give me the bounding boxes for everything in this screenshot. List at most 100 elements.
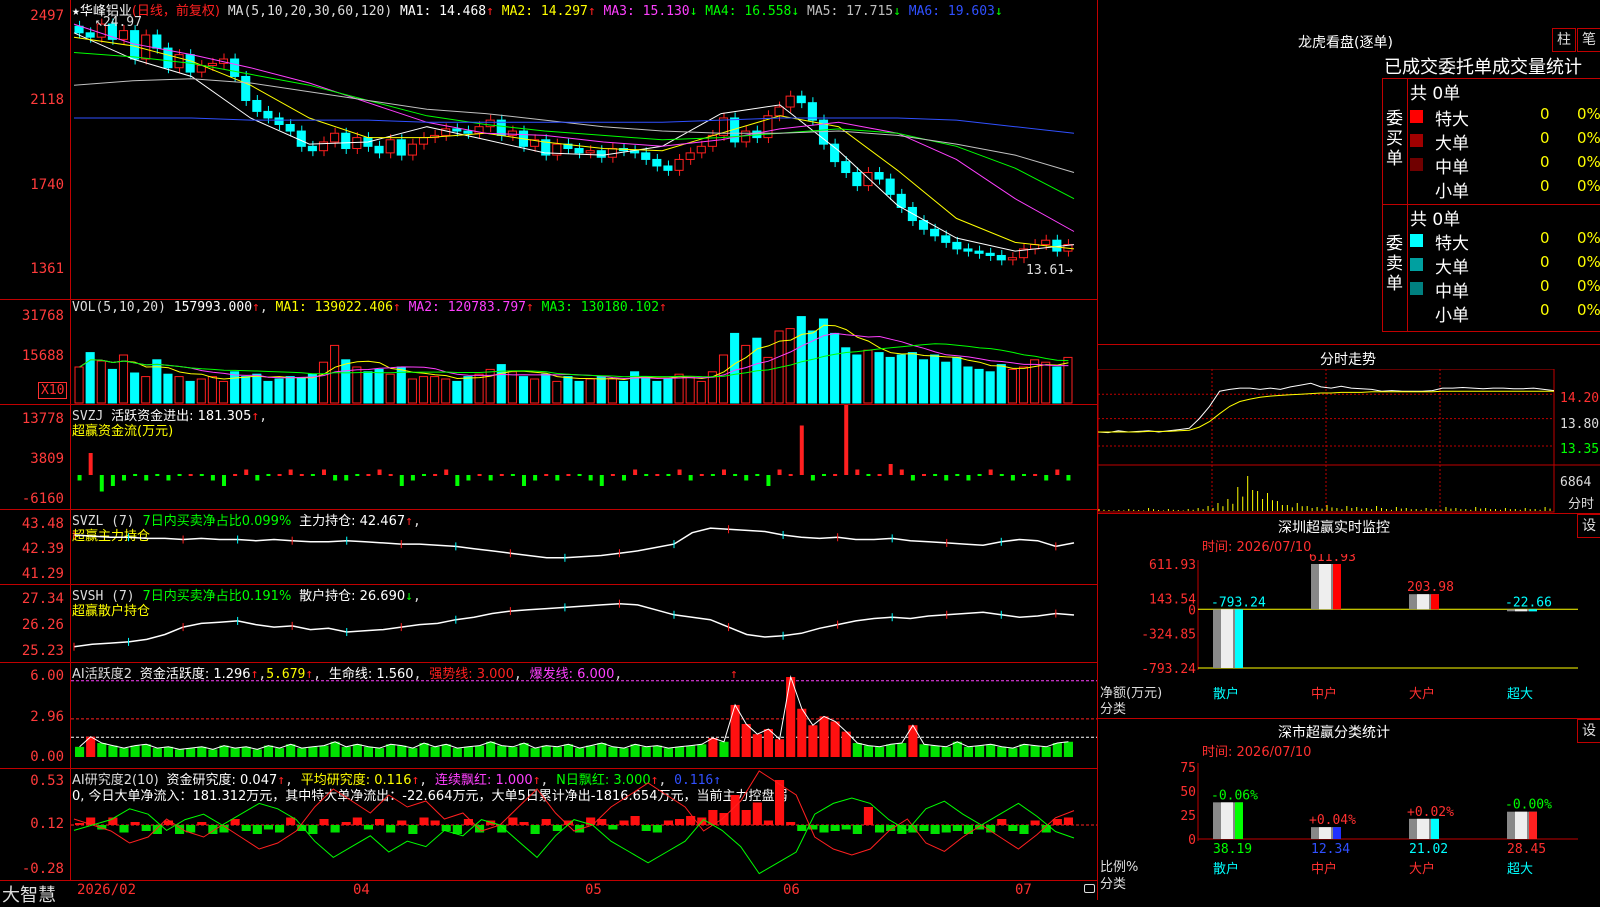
yanjiu-chart[interactable] xyxy=(71,769,1097,880)
flow-bar xyxy=(266,474,271,476)
holding-line xyxy=(73,527,1075,559)
volume-bar xyxy=(852,354,862,404)
research-bar xyxy=(597,819,607,825)
research-bar xyxy=(675,819,685,825)
volume-bar xyxy=(163,373,173,404)
candle-body xyxy=(785,95,795,108)
candle-body xyxy=(974,250,984,254)
flow-bar xyxy=(1044,475,1049,481)
realtime-bar-chart[interactable]: 611.93143.540-324.85-793.24-793.24散户611.… xyxy=(1098,554,1600,718)
volume-chart[interactable] xyxy=(71,300,1097,404)
research-bar xyxy=(519,822,529,825)
research-bar xyxy=(686,816,696,825)
svsh-pane[interactable]: SVSH (7) 7日内买卖净占比0.191% 散户持仓: 26.690↓, 超… xyxy=(0,585,1097,663)
classify-panel[interactable]: 深市超赢分类统计 设 时间: 2026/07/10 75 50 25 0 -0.06% 3… xyxy=(1098,719,1600,900)
svzl-chart[interactable] xyxy=(71,510,1097,584)
research-green-line xyxy=(73,797,1075,875)
activity-bar xyxy=(819,716,829,757)
candle-body xyxy=(341,132,351,150)
flow-bar xyxy=(722,469,726,475)
research-bar xyxy=(852,825,862,834)
candle-body xyxy=(841,161,851,174)
order-pct: 0% xyxy=(1577,153,1600,171)
zhu-button[interactable]: 柱 xyxy=(1552,28,1576,52)
research-bar xyxy=(308,825,318,834)
value-label: -22.66 xyxy=(1505,595,1552,610)
research-bar xyxy=(952,825,962,831)
yanjiu-pane[interactable]: AI研究度2(10) 资金研究度: 0.047↑, 平均研究度: 0.116↑,… xyxy=(0,769,1097,880)
fenshi-chart[interactable] xyxy=(1098,369,1600,513)
flow-bar xyxy=(833,474,838,476)
flow-bar xyxy=(788,474,793,476)
research-bar xyxy=(330,825,340,833)
activity-bar xyxy=(163,746,173,757)
brand-logo[interactable]: 大智慧 xyxy=(2,881,56,907)
kline-pane[interactable]: ★华峰铝业(日线，前复权) MA(5,10,20,30,60,120) MA1:… xyxy=(0,0,1097,300)
volume-bar xyxy=(463,376,473,404)
svzj-y-tick: 3809 xyxy=(30,451,64,467)
x-tick-label: 2026/02 xyxy=(77,882,137,898)
lock-icon[interactable] xyxy=(1084,884,1095,893)
realtime-monitor-panel[interactable]: 深圳超赢实时监控 设 时间: 2026/07/10 611.93 143.54 0-… xyxy=(1098,514,1600,719)
activity-bar xyxy=(863,745,873,757)
volume-bar xyxy=(230,371,240,404)
volume-bar xyxy=(507,371,517,404)
volume-bar xyxy=(830,332,840,404)
order-pct: 0% xyxy=(1577,177,1600,195)
flow-bar xyxy=(1022,474,1026,476)
order-count: 0 xyxy=(1540,177,1550,195)
flow-bar xyxy=(733,474,738,476)
bi-button[interactable]: 笔 xyxy=(1577,28,1600,52)
category-label: 超大 xyxy=(1507,687,1533,702)
classify-settings-button[interactable]: 设 xyxy=(1577,719,1600,743)
activity-bar xyxy=(308,746,318,757)
flow-bar xyxy=(910,475,915,481)
flow-bar xyxy=(577,474,582,476)
flow-bar xyxy=(244,469,249,475)
svzj-chart[interactable] xyxy=(71,405,1097,509)
candlestick-chart[interactable] xyxy=(71,0,1097,299)
flow-bar xyxy=(566,474,571,476)
activity-bar xyxy=(1019,744,1029,757)
huoyue-chart[interactable] xyxy=(71,663,1097,768)
activity-bar xyxy=(486,741,496,757)
huoyue-y-tick: 6.00 xyxy=(30,668,64,684)
candle-body xyxy=(596,150,606,158)
research-bar xyxy=(263,825,273,830)
candle-body xyxy=(385,139,395,154)
realtime-xlabel: 分类 xyxy=(1100,702,1127,717)
svzl-pane[interactable]: SVZL (7) 7日内买卖净占比0.099% 主力持仓: 42.467↑, 超… xyxy=(0,510,1097,585)
activity-bar xyxy=(497,745,507,757)
svsh-chart[interactable] xyxy=(71,585,1097,662)
candle-body xyxy=(274,117,284,126)
activity-bar xyxy=(319,745,329,757)
vol-pane[interactable]: VOL(5,10,20) 157993.000↑, MA1: 139022.40… xyxy=(0,300,1097,405)
research-bar xyxy=(119,825,129,833)
flow-bar xyxy=(688,475,693,481)
volume-bar xyxy=(296,377,306,404)
activity-bar xyxy=(330,741,340,757)
candle-body xyxy=(85,32,95,38)
volume-bar xyxy=(330,344,340,404)
fenshi-panel[interactable]: 分时走势 14.20 13.80 13.35 6864 分时 xyxy=(1098,345,1600,514)
candle-body xyxy=(685,152,695,160)
flow-bar xyxy=(188,474,193,476)
classify-bar-chart[interactable]: 75 50 25 0 -0.06% 38.19 散户 +0.04% 12.34 中户 +0.02% 2… xyxy=(1098,759,1600,900)
chart-area[interactable]: ★华峰铝业(日线，前复权) MA(5,10,20,30,60,120) MA1:… xyxy=(0,0,1098,906)
huoyue-pane[interactable]: AI活跃度2 资金活跃度: 1.296↑,5.679↑, 生命线: 1.560,… xyxy=(0,663,1097,769)
candle-body xyxy=(1052,239,1062,252)
order-color-swatch xyxy=(1410,306,1423,319)
research-bar xyxy=(508,817,518,825)
volume-bar xyxy=(341,359,351,404)
research-bar xyxy=(252,825,262,834)
activity-bar xyxy=(530,748,540,757)
candle-body xyxy=(941,235,951,243)
activity-bar xyxy=(341,746,351,757)
longhu-panel: 龙虎看盘(逐单) 柱 笔 已成交委托单成交量统计 委买单 委卖单 共 0单 共 … xyxy=(1098,0,1600,345)
activity-bar xyxy=(997,746,1007,757)
realtime-settings-button[interactable]: 设 xyxy=(1577,514,1600,538)
flow-bar xyxy=(122,475,126,481)
candle-body xyxy=(307,145,317,152)
svzj-pane[interactable]: SVZJ 活跃资金进出: 181.305↑, 超赢资金流(万元) 13778 3… xyxy=(0,405,1097,510)
candle-body xyxy=(796,95,806,104)
